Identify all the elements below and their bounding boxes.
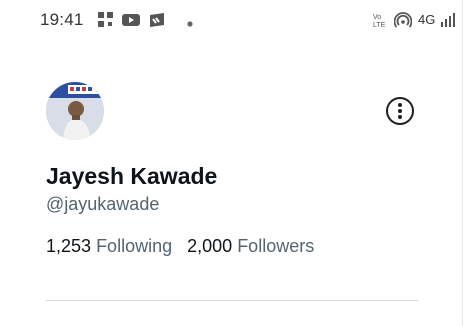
hotspot-icon: [394, 12, 412, 28]
more-options-button[interactable]: [384, 95, 416, 127]
signal-icon: [441, 13, 455, 27]
following-count: 1,253: [46, 236, 92, 256]
youtube-icon: [122, 14, 140, 26]
display-name: Jayesh Kawade: [46, 163, 218, 189]
profile-photo: [46, 82, 104, 140]
followers-link[interactable]: 2,000 Followers: [187, 236, 314, 257]
dot-icon: [187, 21, 193, 27]
status-time: 19:41: [40, 10, 84, 29]
side-edge-line: [462, 0, 463, 326]
following-link[interactable]: 1,253 Following: [46, 236, 172, 257]
followers-count: 2,000: [187, 236, 233, 256]
following-label: Following: [96, 236, 173, 256]
svg-text:Vo: Vo: [373, 14, 381, 21]
volte-icon: Vo LTE: [373, 14, 386, 29]
network-type: 4G: [418, 12, 436, 27]
more-options-icon: [386, 97, 414, 125]
dialpad-icon: [98, 12, 113, 27]
profile-handle: @jayukawade: [46, 194, 160, 214]
section-divider: [46, 300, 418, 301]
status-bar: 19:41 Vo LTE 4G: [0, 0, 465, 40]
profile-avatar[interactable]: [46, 82, 104, 140]
app-icon: [150, 13, 164, 27]
profile-stats: 1,253 Following 2,000 Followers: [46, 236, 314, 257]
svg-text:LTE: LTE: [373, 22, 386, 29]
followers-label: Followers: [237, 236, 315, 256]
